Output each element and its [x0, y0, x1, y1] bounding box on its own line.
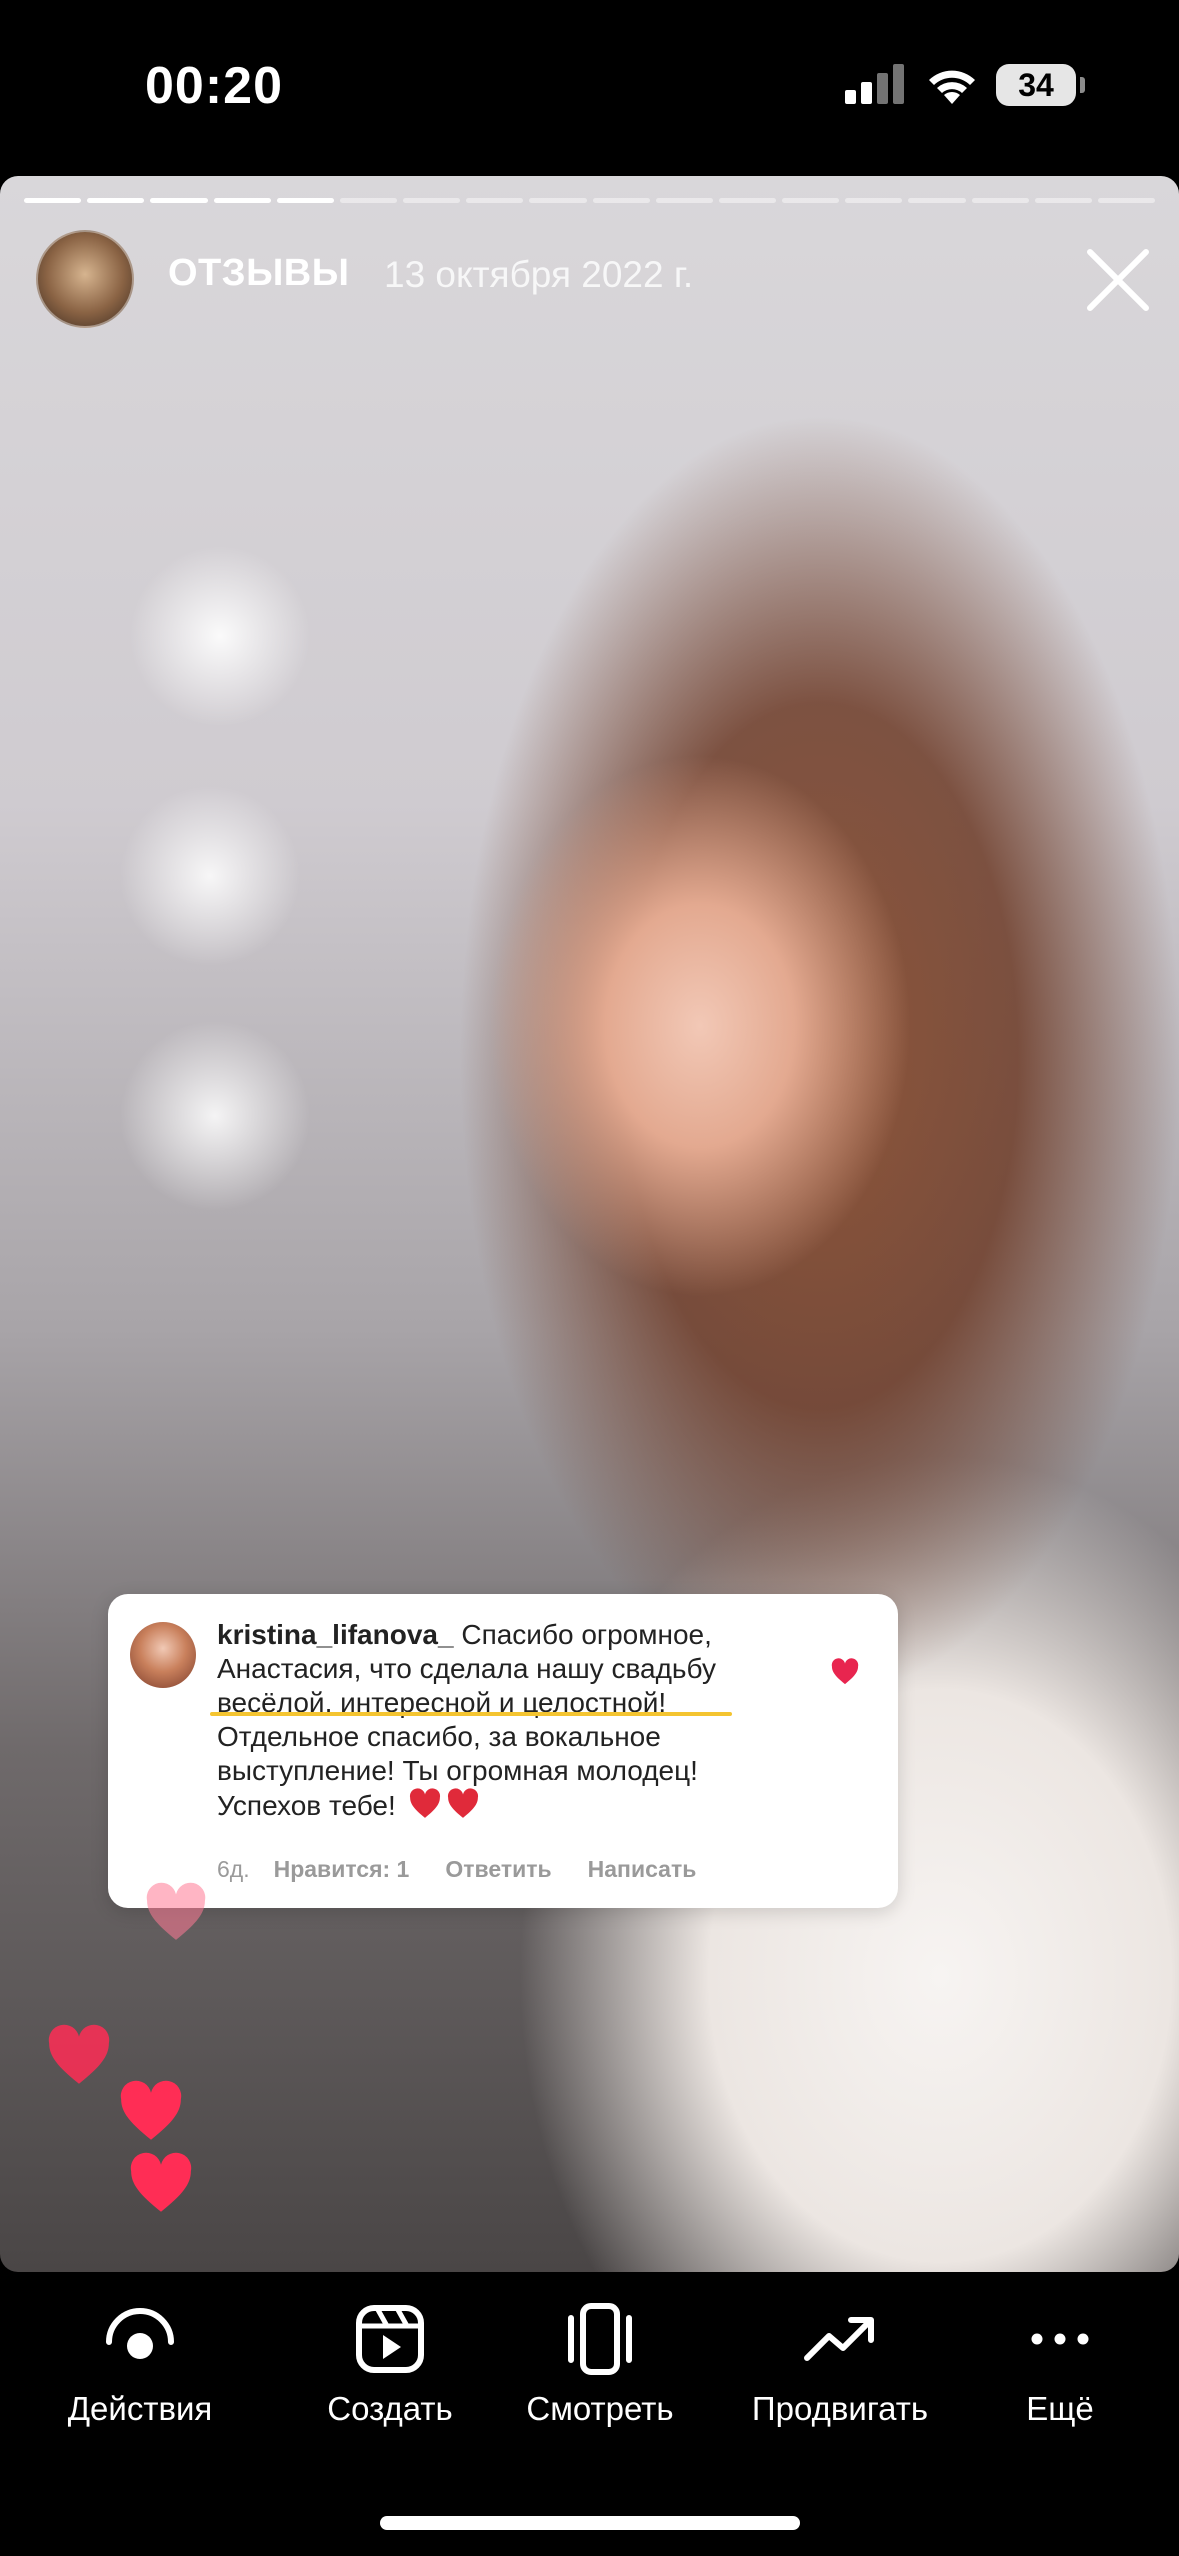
comment-line: Отдельное спасибо, за вокальное — [217, 1721, 661, 1752]
comment-message: Написать — [587, 1856, 697, 1882]
comment-text: kristina_lifanova_ Спасибо огромное, Ана… — [217, 1618, 777, 1823]
create-reel-icon — [356, 2305, 424, 2373]
bottom-toolbar: Действия Создать Смотреть Продвигать Ещё — [0, 2272, 1179, 2556]
story-viewer[interactable]: ОТЗЫВЫ 13 октября 2022 г. kristina_lifan… — [0, 176, 1179, 2272]
avatar[interactable] — [36, 230, 134, 328]
more-button[interactable]: Ещё — [1000, 2302, 1120, 2428]
create-button[interactable]: Создать — [290, 2302, 490, 2428]
comment-line: Успехов тебе! — [217, 1790, 396, 1821]
actions-label: Действия — [67, 2390, 213, 2427]
highlight-underline — [210, 1712, 732, 1716]
heart-emoji-icon — [447, 1788, 478, 1818]
promote-button[interactable]: Продвигать — [730, 2302, 950, 2428]
more-label: Ещё — [1026, 2390, 1094, 2427]
close-icon[interactable] — [1084, 246, 1152, 314]
comment-time: 6д. — [217, 1856, 250, 1882]
comment-likes: Нравится: 1 — [273, 1856, 410, 1882]
like-heart-icon — [831, 1658, 859, 1685]
comment-line: Анастасия, что сделала нашу свадьбу — [217, 1653, 716, 1684]
battery-nub — [1080, 77, 1085, 93]
floating-heart-icon — [146, 1882, 206, 1940]
comment-line: выступление! Ты огромная молодец! — [217, 1755, 698, 1786]
comment-avatar — [130, 1622, 196, 1688]
view-icon — [568, 2303, 632, 2375]
comment-meta: 6д. Нравится: 1 Ответить Написать — [217, 1856, 696, 1883]
promote-icon — [804, 2317, 874, 2361]
status-time: 00:20 — [145, 57, 283, 115]
actions-button[interactable]: Действия — [40, 2302, 240, 2428]
promote-label: Продвигать — [751, 2390, 929, 2427]
story-date: 13 октября 2022 г. — [384, 254, 694, 295]
heart-emoji-icon — [409, 1788, 440, 1818]
view-button[interactable]: Смотреть — [500, 2302, 700, 2428]
create-label: Создать — [327, 2390, 453, 2427]
wifi-icon — [929, 70, 975, 104]
story-username[interactable]: ОТЗЫВЫ — [168, 252, 349, 295]
comment-username: kristina_lifanova_ — [217, 1619, 454, 1650]
battery-icon: 34 — [996, 64, 1076, 106]
home-indicator[interactable] — [380, 2516, 800, 2530]
cellular-signal-icon — [845, 62, 905, 104]
activity-icon — [106, 2308, 174, 2359]
view-label: Смотреть — [526, 2390, 674, 2427]
floating-heart-icon — [48, 2024, 110, 2084]
floating-heart-icon — [130, 2152, 192, 2212]
story-header: ОТЗЫВЫ 13 октября 2022 г. — [0, 176, 1179, 328]
comment-line: Спасибо огромное, — [453, 1619, 712, 1650]
comment-reply: Ответить — [445, 1856, 552, 1882]
more-icon — [1031, 2333, 1089, 2345]
comment-card: kristina_lifanova_ Спасибо огромное, Ана… — [108, 1594, 898, 1908]
floating-heart-icon — [120, 2080, 182, 2140]
status-bar: 00:20 34 — [0, 0, 1179, 176]
